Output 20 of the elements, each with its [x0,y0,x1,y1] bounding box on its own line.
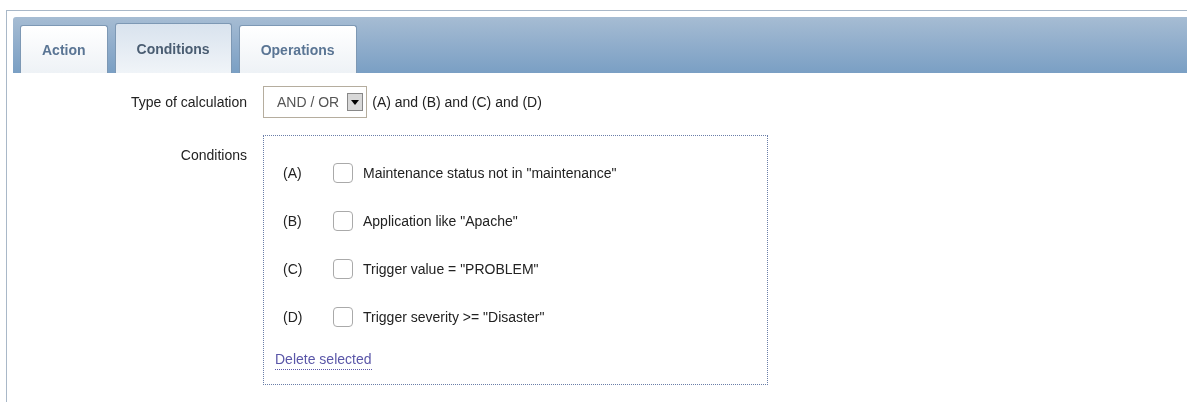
condition-text: Trigger severity >= "Disaster" [363,309,545,325]
calculation-dropdown[interactable]: AND / OR [263,86,368,118]
condition-text: Application like "Apache" [363,213,518,229]
checkbox[interactable] [333,307,353,327]
condition-letter: (C) [283,261,304,277]
condition-letter: (B) [283,213,303,229]
tab[interactable]: Operations [238,25,357,73]
condition-text: Maintenance status not in "maintenance" [363,165,617,181]
condition-letter: (A) [283,165,303,181]
tab[interactable]: Action [20,25,108,73]
condition-text: Trigger value = "PROBLEM" [363,261,539,277]
checkbox[interactable] [333,211,353,231]
field-label: Type of calculation [130,94,248,110]
delete-selected-link[interactable]: Delete selected [275,351,372,370]
checkbox[interactable] [333,259,353,279]
formula-text: (A) and (B) and (C) and (D) [372,94,542,110]
condition-letter: (D) [283,309,304,325]
checkbox[interactable] [333,163,353,183]
tab[interactable]: Conditions [114,23,232,73]
field-label: Conditions [179,146,248,163]
